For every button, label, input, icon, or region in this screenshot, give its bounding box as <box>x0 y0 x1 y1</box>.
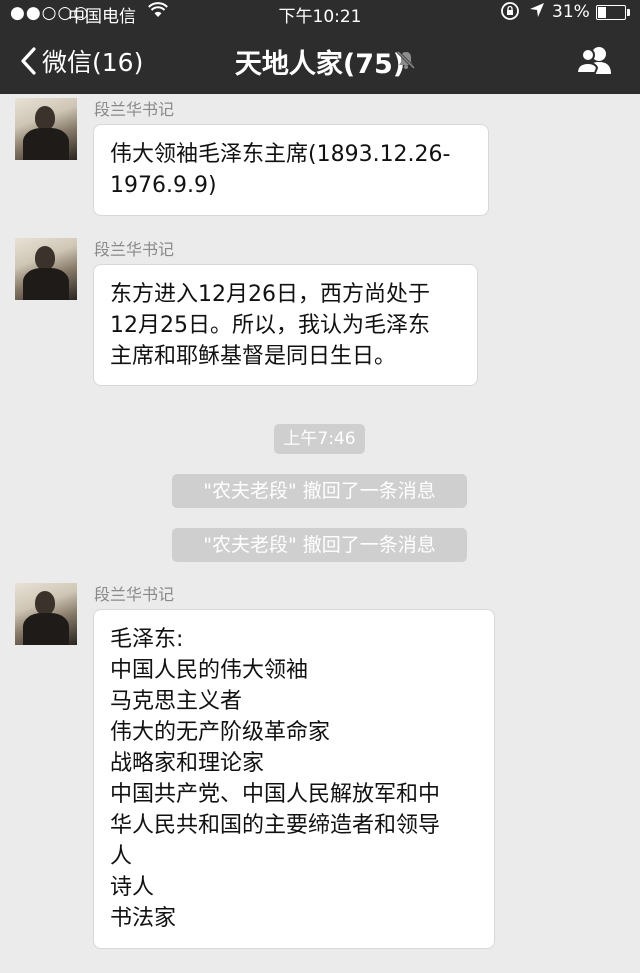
message-line: 12月25日。所以，我认为毛泽东 <box>110 313 430 338</box>
message-line: 马克思主义者 <box>110 689 243 714</box>
message-line: 1976.9.9) <box>110 173 217 198</box>
message-bubble[interactable]: 东方进入12月26日，西方尚处于 12月25日。所以，我认为毛泽东 主席和耶稣基… <box>93 264 478 386</box>
sender-name: 段兰华书记 <box>94 240 175 259</box>
chat-title: 天地人家(75) <box>234 49 406 80</box>
recall-notice: "农夫老段" 撤回了一条消息 <box>172 528 467 562</box>
avatar[interactable] <box>15 98 77 160</box>
recall-notice: "农夫老段" 撤回了一条消息 <box>172 474 467 508</box>
rotation-lock-icon <box>500 1 520 26</box>
message-line: 东方进入12月26日，西方尚处于 <box>110 282 430 307</box>
message-line: 诗人 <box>110 875 155 900</box>
sender-name: 段兰华书记 <box>94 585 175 604</box>
group-members-button[interactable] <box>575 45 614 79</box>
avatar[interactable] <box>15 583 77 645</box>
people-icon <box>575 47 611 74</box>
message-line: 伟大的无产阶级革命家 <box>110 720 331 745</box>
message-line: 书法家 <box>110 906 177 931</box>
location-icon <box>528 1 546 24</box>
message-line: 战略家和理论家 <box>110 751 265 776</box>
message-line: 中国人民的伟大领袖 <box>110 658 309 683</box>
message-bubble[interactable]: 伟大领袖毛泽东主席(1893.12.26- 1976.9.9) <box>93 124 489 216</box>
battery-level <box>598 7 606 18</box>
sender-name: 段兰华书记 <box>94 100 175 119</box>
message-line: 中国共产党、中国人民解放军和中 <box>110 782 441 807</box>
mute-icon <box>396 50 416 74</box>
chat-area[interactable]: 段兰华书记 伟大领袖毛泽东主席(1893.12.26- 1976.9.9) 段兰… <box>0 94 640 973</box>
message-line: 毛泽东: <box>110 627 184 652</box>
message-bubble[interactable]: 毛泽东: 中国人民的伟大领袖 马克思主义者 伟大的无产阶级革命家 战略家和理论家… <box>93 609 495 949</box>
message-line: 华人民共和国的主要缔造者和领导 <box>110 813 441 838</box>
timestamp-divider: 上午7:46 <box>274 424 365 454</box>
message-line: 主席和耶稣基督是同日生日。 <box>110 344 397 369</box>
message-line: 伟大领袖毛泽东主席(1893.12.26- <box>110 142 451 167</box>
message-line: 人 <box>110 844 133 869</box>
avatar[interactable] <box>15 238 77 300</box>
status-bar: ●●○○○ 中国电信 下午10:21 31% <box>0 0 640 27</box>
battery-percent: 31% <box>552 2 590 22</box>
battery-icon <box>596 5 630 20</box>
nav-bar: 微信(16) 天地人家(75) <box>0 26 640 94</box>
